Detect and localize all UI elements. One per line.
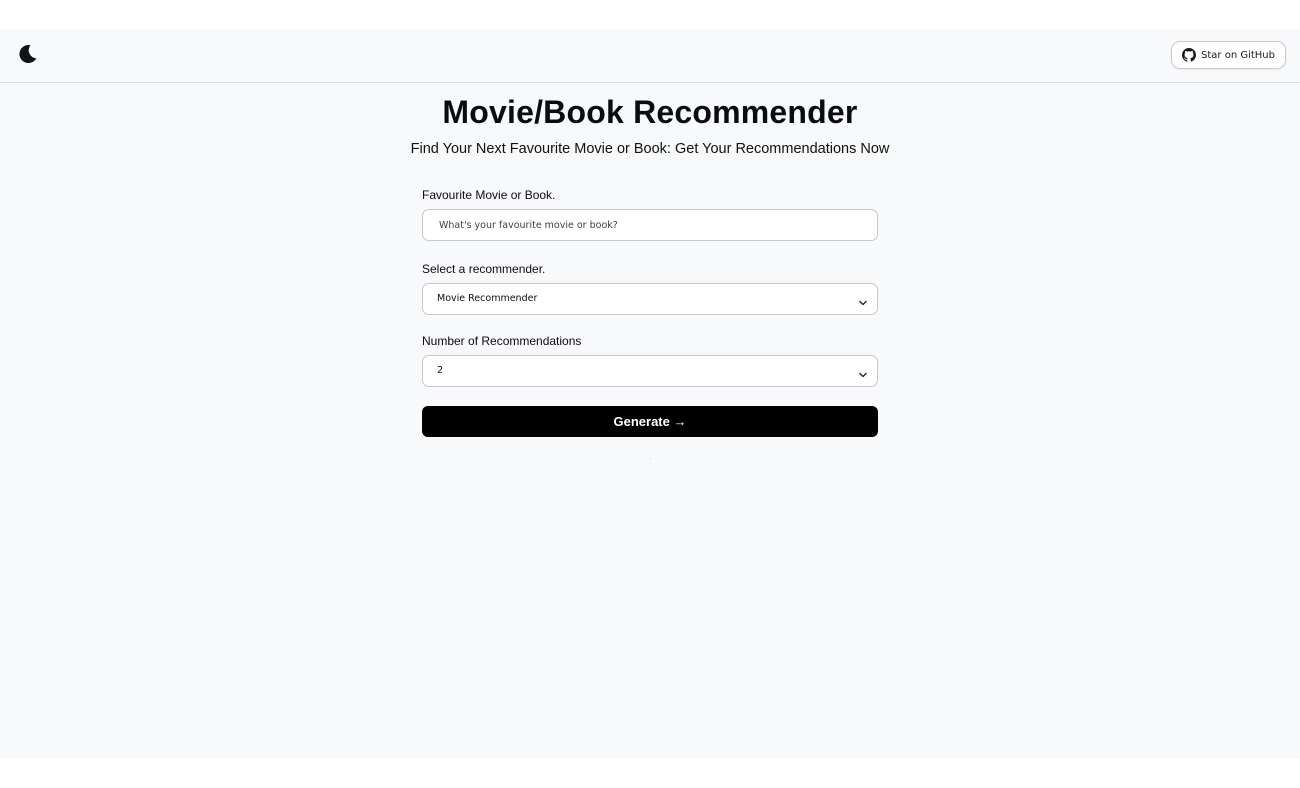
chevron-down-icon [858,367,868,385]
main-content: Movie/Book Recommender Find Your Next Fa… [0,83,1300,459]
count-label: Number of Recommendations [422,334,582,348]
recommendation-form: Favourite Movie or Book. Select a recomm… [422,187,878,459]
page-title: Movie/Book Recommender [442,94,858,130]
page-subtitle: Find Your Next Favourite Movie or Book: … [410,141,890,157]
theme-toggle-button[interactable] [14,43,40,69]
top-bar: Star on GitHub [0,29,1300,83]
moon-icon [15,42,39,71]
app-root: Star on GitHub Movie/Book Recommender Fi… [0,29,1300,759]
recommender-label: Select a recommender. [422,262,546,276]
github-icon [1182,48,1197,62]
loading-indicator [649,458,651,459]
recommender-selected-value: Movie Recommender [437,293,538,304]
count-selected-value: 2 [437,365,444,376]
star-on-github-button[interactable]: Star on GitHub [1171,41,1286,69]
favourite-input[interactable] [422,209,878,241]
recommender-select[interactable]: Movie Recommender [422,283,878,315]
count-select[interactable]: 2 [422,355,878,387]
github-button-label: Star on GitHub [1201,49,1275,61]
favourite-label: Favourite Movie or Book. [422,188,556,202]
chevron-down-icon [858,295,868,313]
generate-button[interactable]: Generate → [422,406,878,437]
